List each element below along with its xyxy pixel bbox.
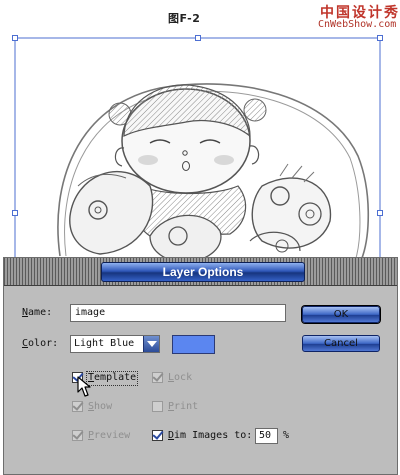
- cancel-button[interactable]: Cancel: [302, 335, 380, 352]
- name-input[interactable]: image: [70, 304, 286, 322]
- percent-unit: %: [283, 430, 290, 441]
- mouse-cursor-icon: [77, 376, 91, 397]
- selection-handle-right-middle[interactable]: [377, 210, 383, 216]
- dialog-titlebar[interactable]: Layer Options: [4, 258, 397, 286]
- lock-checkbox[interactable]: [152, 372, 163, 383]
- dim-images-checkbox[interactable]: [152, 430, 163, 441]
- lock-label: Lock: [168, 372, 193, 383]
- dim-images-label[interactable]: Dim Images to:: [168, 430, 252, 441]
- preview-checkbox[interactable]: [72, 430, 83, 441]
- print-checkbox[interactable]: [152, 401, 163, 412]
- template-label[interactable]: Template: [88, 372, 136, 383]
- selection-handle-left-middle[interactable]: [12, 210, 18, 216]
- dialog-title: Layer Options: [101, 262, 305, 282]
- artboard-canvas[interactable]: [0, 35, 400, 266]
- layer-options-dialog: Layer Options Name: image OK Color: Ligh…: [3, 257, 398, 475]
- color-swatch[interactable]: [172, 335, 215, 354]
- chevron-down-icon[interactable]: [143, 336, 159, 352]
- show-label: Show: [88, 401, 113, 412]
- color-select[interactable]: Light Blue: [70, 335, 160, 353]
- selection-handle-top-left[interactable]: [12, 35, 18, 41]
- name-label: Name:: [22, 307, 53, 318]
- dim-percent-input[interactable]: 50: [255, 428, 278, 444]
- selection-handle-top-middle[interactable]: [195, 35, 201, 41]
- print-label: Print: [168, 401, 199, 412]
- color-label: Color:: [22, 338, 59, 349]
- sketch-illustration: [14, 37, 381, 263]
- watermark-url: CnWebShow.com: [318, 19, 397, 30]
- figure-caption: 图F-2: [168, 12, 201, 25]
- color-select-value: Light Blue: [74, 338, 135, 349]
- show-checkbox[interactable]: [72, 401, 83, 412]
- selection-handle-top-right[interactable]: [377, 35, 383, 41]
- preview-label: Preview: [88, 430, 131, 441]
- ok-button[interactable]: OK: [302, 306, 380, 323]
